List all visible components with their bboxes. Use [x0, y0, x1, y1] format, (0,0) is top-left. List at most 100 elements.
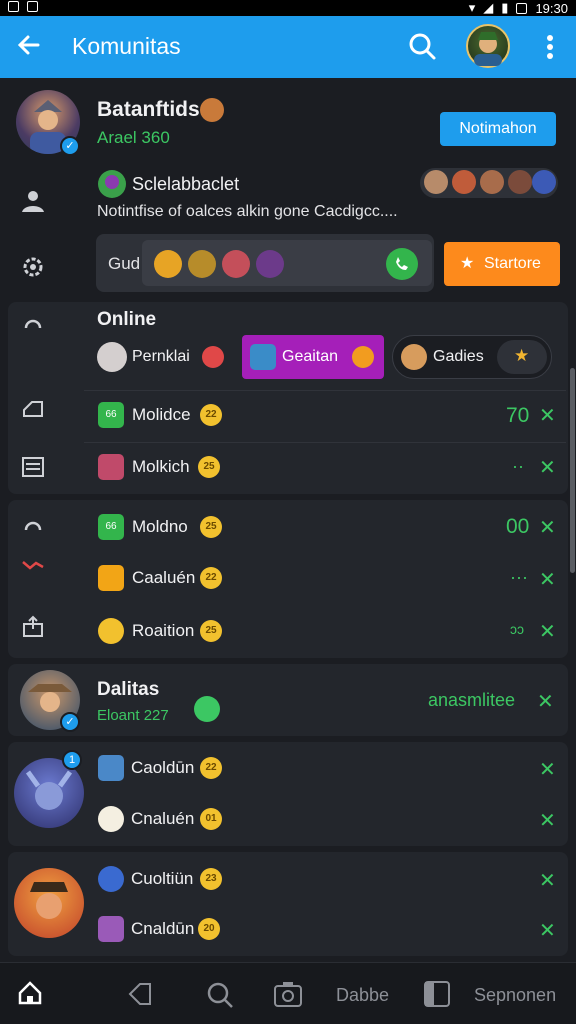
list-item-label: Moldno [132, 517, 188, 536]
item-icon-2 [98, 454, 124, 480]
online-chip-1[interactable]: Pernklai [132, 348, 190, 366]
item-icon-9 [98, 916, 124, 942]
scrollbar[interactable] [570, 368, 575, 573]
item-icon-1: 66 [98, 402, 124, 428]
friend-avatar [98, 170, 126, 198]
list-panel [8, 500, 568, 658]
coin-badge: 22 [200, 567, 222, 589]
user-avatar[interactable] [466, 24, 510, 68]
camera-icon[interactable] [272, 979, 304, 1009]
online-panel [8, 302, 568, 494]
remove-icon[interactable]: ✕ [539, 619, 556, 644]
collapse-icon[interactable] [20, 514, 46, 540]
list-item-status: 70 [506, 404, 530, 427]
star-icon-2: ★ [514, 346, 530, 365]
battery-icon [516, 2, 528, 14]
group-panel-a [8, 742, 568, 846]
start-button[interactable]: ★ Startore [444, 242, 560, 286]
coin-badge: 25 [198, 456, 220, 478]
coin-badge: 01 [200, 808, 222, 830]
user-icon[interactable] [20, 188, 46, 214]
notify-button[interactable]: Notimahon [440, 112, 556, 146]
collapse-icon[interactable] [20, 312, 46, 338]
game-players [142, 240, 432, 286]
nav-tab-sepnonen[interactable]: Sepnonen [474, 985, 556, 1006]
group-avatar-5 [532, 170, 556, 194]
search-nav-icon[interactable] [204, 979, 236, 1011]
signal-icon-2: ▮ [501, 0, 509, 15]
remove-icon[interactable]: ✕ [539, 868, 556, 893]
group-b-avatar[interactable] [14, 868, 84, 938]
list-item-label: Caoldūn [131, 758, 195, 777]
friend-name: Sclelabbaclet [132, 174, 240, 194]
more-options-icon[interactable] [538, 32, 562, 62]
tag-icon[interactable] [20, 398, 46, 424]
dalitas-name: Dalitas [97, 679, 160, 700]
list-icon[interactable] [20, 454, 46, 480]
item-icon-8 [98, 866, 124, 892]
online-chip-2-button[interactable]: Geaitan [242, 335, 384, 379]
call-accept-icon[interactable] [386, 248, 418, 280]
coin-badge: 22 [200, 757, 222, 779]
game-icon [250, 344, 276, 370]
verified-badge-icon: ✓ [60, 712, 80, 732]
remove-icon[interactable]: ✕ [539, 918, 556, 943]
player-avatar-1 [154, 250, 182, 278]
list-item-status: ɔɔ [510, 621, 524, 637]
dalitas-action[interactable]: anasmlitee [428, 690, 515, 711]
nav-tab-dabbe[interactable]: Dabbe [336, 985, 389, 1006]
wifi-icon: ▾ [468, 0, 476, 15]
chip-3-action[interactable]: ★ [497, 340, 547, 374]
start-button-label: Startore [484, 255, 541, 272]
creature-icon [105, 175, 119, 189]
online-chip-3-button[interactable]: Gadies ★ [392, 335, 552, 379]
group-avatar-1 [424, 170, 448, 194]
back-arrow-icon[interactable] [14, 30, 44, 60]
list-item-label: Caaluén [132, 568, 196, 587]
verified-badge-icon: ✓ [60, 136, 80, 156]
list-item-label: Roaition [132, 621, 195, 640]
list-item-label: Cnaluén [131, 809, 195, 828]
share-icon[interactable] [20, 614, 46, 640]
player-avatar-4 [256, 250, 284, 278]
online-chip-2: Geaitan [282, 348, 339, 365]
brawler-icon [30, 882, 68, 919]
coin-badge: 22 [200, 404, 222, 426]
chip-avatar-1 [97, 342, 127, 372]
online-heading: Online [97, 309, 157, 330]
page-title: Komunitas [72, 33, 181, 59]
remove-icon[interactable]: ✕ [539, 567, 556, 592]
remove-icon[interactable]: ✕ [539, 757, 556, 782]
status-badge-icon [194, 696, 220, 722]
item-icon-4 [98, 565, 124, 591]
remove-icon[interactable]: ✕ [539, 403, 556, 428]
signal-icon: ◢ [483, 0, 494, 15]
page-icon[interactable] [422, 979, 452, 1009]
chip-coin-icon [352, 346, 374, 368]
remove-icon[interactable]: ✕ [539, 515, 556, 540]
settings-gear-icon[interactable] [20, 254, 46, 280]
item-icon-7 [98, 806, 124, 832]
profile-name: Batanftids [97, 98, 200, 121]
remove-icon[interactable]: ✕ [539, 455, 556, 480]
dalitas-subtitle: Eloant 227 [97, 707, 169, 724]
game-label: Gud [108, 254, 141, 273]
home-icon[interactable] [16, 979, 44, 1007]
group-panel-b [8, 852, 568, 956]
item-icon-3: 66 [98, 514, 124, 540]
status-bar: ▾ ◢ ▮ 19:30 [0, 0, 576, 16]
friend-group-avatars[interactable] [420, 168, 558, 198]
chip-3-icon [401, 344, 427, 370]
screenshot-icon [27, 1, 38, 12]
tag-nav-icon[interactable] [126, 979, 156, 1009]
friend-message: Notintfise of oalces alkin gone Cacdigcc… [97, 203, 398, 220]
character-icon [474, 32, 502, 66]
star-icon: ★ [460, 255, 475, 272]
search-icon[interactable] [406, 30, 438, 62]
trend-down-icon[interactable] [20, 552, 46, 578]
remove-icon[interactable]: ✕ [537, 689, 554, 714]
game-card[interactable]: Gud [96, 234, 434, 292]
coin-badge: 20 [198, 918, 220, 940]
remove-icon[interactable]: ✕ [539, 808, 556, 833]
list-item-status: ··· [510, 567, 528, 587]
